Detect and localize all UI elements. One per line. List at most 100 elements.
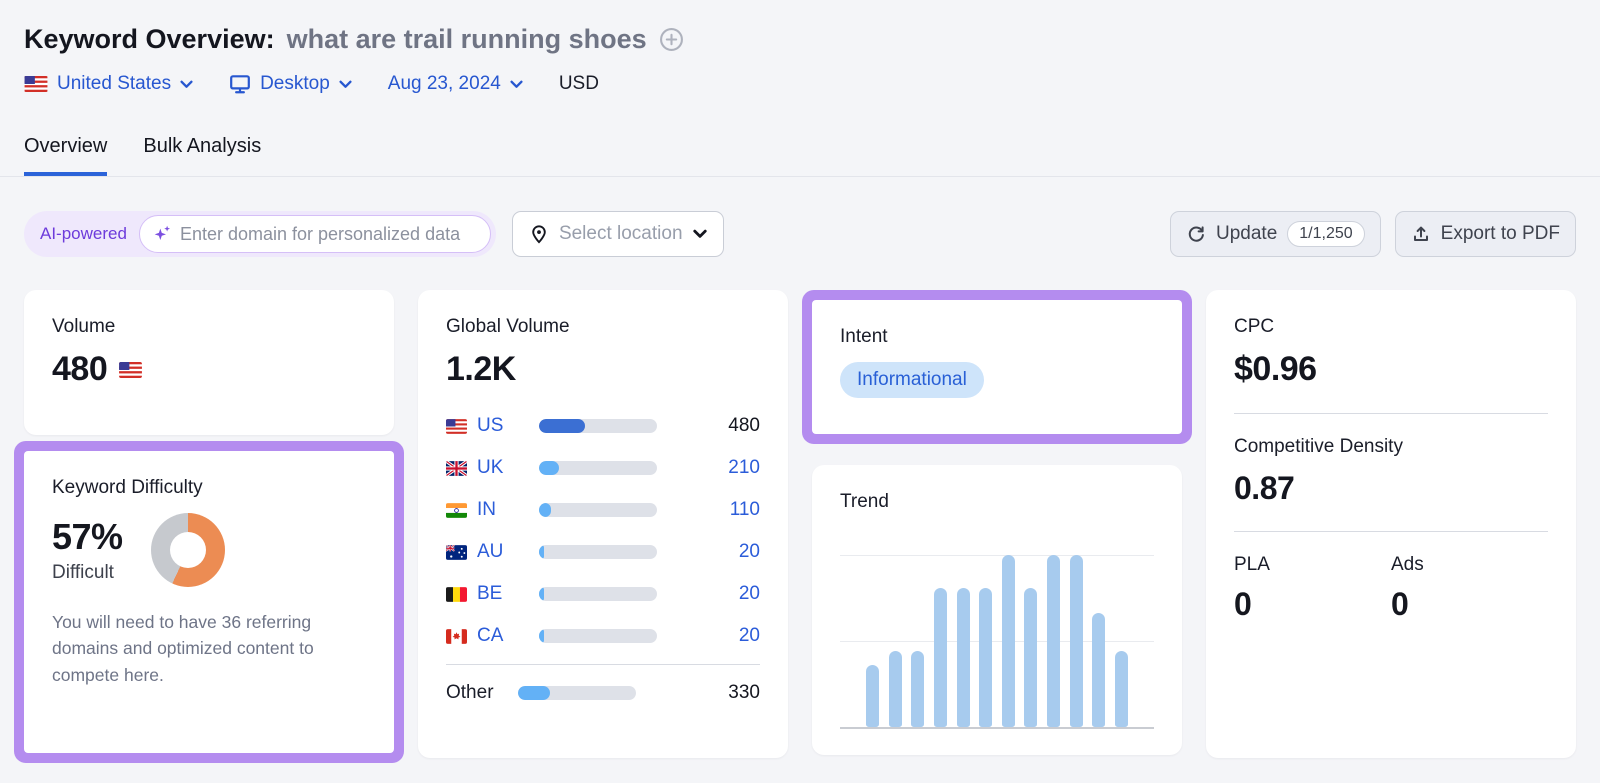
be-flag-icon [446, 587, 467, 602]
country-volume-value: 480 [667, 415, 760, 437]
keyword-difficulty-title: Keyword Difficulty [52, 477, 366, 499]
date-filter-dropdown[interactable]: Aug 23, 2024 [388, 73, 523, 95]
toolbar: AI-powered Select location Update 1/1,25… [24, 211, 1576, 257]
trend-bar [1115, 651, 1128, 727]
column-global-volume: Global Volume 1.2K US480UK210IN110AU20BE… [418, 290, 788, 758]
trend-bar [1024, 588, 1037, 727]
country-code-link[interactable]: BE [477, 583, 529, 605]
country-volume-row: BE 20 [446, 573, 760, 615]
keyword-difficulty-card: Keyword Difficulty 57% Difficult You wil… [24, 451, 394, 753]
trend-bar [1092, 613, 1105, 727]
volume-share-fill [539, 587, 544, 601]
ads-value: 0 [1391, 586, 1548, 623]
volume-title: Volume [52, 316, 366, 338]
volume-share-fill [539, 545, 544, 559]
global-volume-title: Global Volume [446, 316, 760, 338]
volume-share-fill [518, 686, 550, 700]
divider [1234, 531, 1548, 532]
volume-value: 480 [52, 350, 107, 389]
domain-input[interactable] [180, 224, 478, 245]
country-volume-row: UK 210 [446, 447, 760, 489]
trend-bar [1070, 555, 1083, 727]
volume-share-fill [539, 461, 559, 475]
tab-overview[interactable]: Overview [24, 135, 107, 176]
trend-bar [979, 588, 992, 727]
volume-share-fill [539, 503, 551, 517]
filter-bar: United States Desktop Aug 23, 2024 USD [24, 73, 1576, 95]
pla-value: 0 [1234, 586, 1391, 623]
cpc-card: CPC $0.96 Competitive Density 0.87 PLA 0… [1206, 290, 1576, 758]
country-code-link[interactable]: US [477, 415, 529, 437]
domain-input-wrap [139, 215, 491, 253]
country-volume-value[interactable]: 20 [667, 625, 760, 647]
trend-bar [889, 651, 902, 727]
country-volume-value[interactable]: 20 [667, 583, 760, 605]
volume-share-bar [539, 629, 657, 643]
update-button[interactable]: Update 1/1,250 [1170, 211, 1381, 257]
intent-title: Intent [840, 326, 1154, 348]
keyword-difficulty-level: Difficult [52, 562, 123, 584]
us-flag-icon [119, 362, 142, 378]
select-location-dropdown[interactable]: Select location [512, 211, 724, 257]
au-flag-icon [446, 545, 467, 560]
volume-share-bar [539, 419, 657, 433]
country-volume-value[interactable]: 110 [667, 499, 760, 521]
sparkles-icon [152, 224, 172, 244]
global-volume-value: 1.2K [446, 350, 760, 389]
volume-share-bar [539, 587, 657, 601]
update-button-label: Update [1216, 223, 1277, 245]
trend-bar-chart [840, 555, 1154, 729]
competitive-density-value: 0.87 [1234, 470, 1548, 507]
trend-title: Trend [840, 491, 1154, 513]
pla-label: PLA [1234, 554, 1391, 576]
trend-bar [911, 651, 924, 727]
country-volume-row: Other330 [446, 672, 760, 714]
tabs-bar: Overview Bulk Analysis [0, 135, 1600, 177]
keyword-difficulty-description: You will need to have 36 referring domai… [52, 609, 366, 688]
country-filter-label: United States [57, 73, 171, 95]
chevron-down-icon [693, 229, 707, 239]
us-flag-icon [446, 419, 467, 434]
export-to-pdf-button[interactable]: Export to PDF [1395, 211, 1576, 257]
volume-share-bar [518, 686, 636, 700]
uk-flag-icon [446, 461, 467, 476]
column-intent-trend: Intent Informational Trend [812, 290, 1182, 755]
country-code-link[interactable]: UK [477, 457, 529, 479]
tab-bulk-analysis[interactable]: Bulk Analysis [143, 135, 261, 176]
divider [1234, 413, 1548, 414]
location-pin-icon [529, 224, 549, 245]
refresh-icon [1186, 224, 1206, 244]
intent-card: Intent Informational [812, 300, 1182, 434]
cpc-value: $0.96 [1234, 350, 1548, 389]
country-volume-list: US 480 UK 210 IN 110 AU 20 BE 20 CA 20 Other330 [446, 405, 760, 714]
page-title: Keyword Overview: [24, 24, 275, 55]
country-filter-dropdown[interactable]: United States [24, 73, 193, 95]
chevron-down-icon [510, 80, 523, 89]
ai-powered-pill: AI-powered [24, 211, 496, 257]
add-keyword-button[interactable] [659, 27, 685, 53]
country-volume-row: US 480 [446, 405, 760, 447]
in-flag-icon [446, 503, 467, 518]
country-volume-value[interactable]: 20 [667, 541, 760, 563]
country-code-link: Other [446, 682, 508, 704]
country-code-link[interactable]: AU [477, 541, 529, 563]
pla-block: PLA 0 [1234, 554, 1391, 623]
intent-badge: Informational [840, 362, 984, 398]
global-volume-card: Global Volume 1.2K US480UK210IN110AU20BE… [418, 290, 788, 758]
chevron-down-icon [339, 80, 352, 89]
country-code-link[interactable]: CA [477, 625, 529, 647]
export-button-label: Export to PDF [1441, 223, 1560, 245]
country-volume-value[interactable]: 210 [667, 457, 760, 479]
volume-share-bar [539, 461, 657, 475]
circle-plus-icon [659, 27, 684, 52]
trend-bar [866, 665, 879, 727]
difficulty-donut-chart [151, 513, 225, 587]
metrics-grid: Volume 480 Keyword Difficulty 57% Diffic… [24, 290, 1576, 758]
device-filter-dropdown[interactable]: Desktop [229, 73, 352, 95]
country-code-link[interactable]: IN [477, 499, 529, 521]
desktop-monitor-icon [229, 74, 251, 94]
country-volume-row: IN 110 [446, 489, 760, 531]
country-volume-row: CA 20 [446, 615, 760, 657]
ca-flag-icon [446, 629, 467, 644]
cpc-title: CPC [1234, 316, 1548, 338]
